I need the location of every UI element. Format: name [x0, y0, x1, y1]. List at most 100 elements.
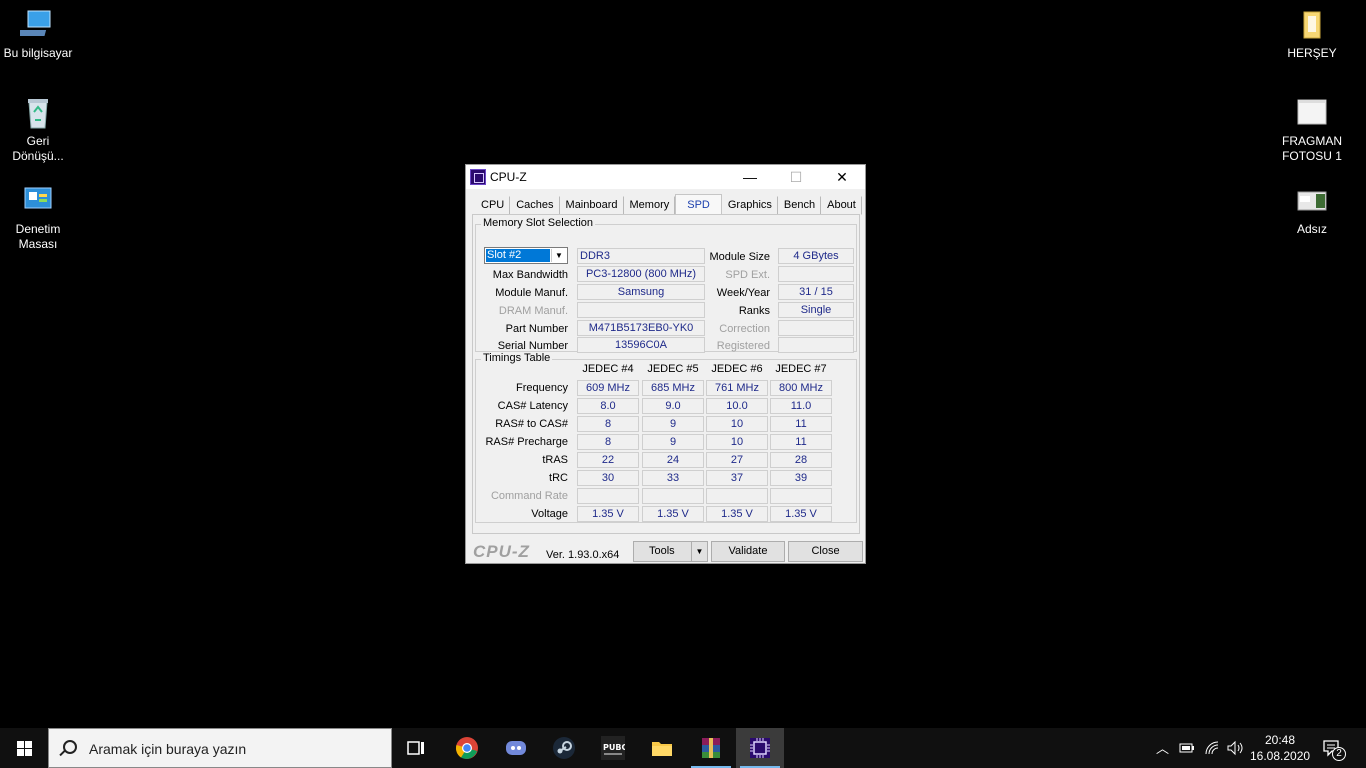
- tab-spd[interactable]: SPD: [675, 194, 722, 215]
- validate-button[interactable]: Validate: [711, 541, 785, 562]
- wifi-icon[interactable]: [1204, 740, 1220, 756]
- timings-cell: 24: [642, 452, 704, 468]
- windows-logo-icon: [17, 741, 24, 748]
- tools-button[interactable]: Tools ▼: [633, 541, 708, 562]
- pubg-icon: PUBG: [601, 736, 625, 760]
- image-file-icon: [1294, 96, 1330, 130]
- search-icon: [63, 740, 77, 754]
- module-manuf-value: Samsung: [577, 284, 705, 300]
- timings-cell: [706, 488, 768, 504]
- windows-logo-icon: [17, 749, 24, 756]
- title-bar[interactable]: CPU-Z — ☐ ✕: [466, 165, 865, 189]
- tab-memory[interactable]: Memory: [624, 196, 676, 215]
- taskbar-chrome[interactable]: [443, 728, 491, 768]
- discord-icon: [506, 741, 526, 755]
- taskbar-cpuz[interactable]: [736, 728, 784, 768]
- tab-caches[interactable]: Caches: [510, 196, 560, 215]
- timings-cell: 22: [577, 452, 639, 468]
- timings-cell: 39: [770, 470, 832, 486]
- timings-column-header: JEDEC #7: [775, 363, 827, 375]
- recycle-bin-icon: [20, 96, 56, 130]
- maximize-button[interactable]: ☐: [773, 165, 819, 189]
- steam-icon: [553, 737, 575, 759]
- timings-cell: 800 MHz: [770, 380, 832, 396]
- desktop-icon-label: HERŞEY: [1287, 46, 1337, 60]
- desktop-icon-this-pc[interactable]: Bu bilgisayar: [0, 8, 76, 61]
- close-window-button[interactable]: ✕: [819, 165, 865, 189]
- part-number-label: Part Number: [505, 323, 568, 335]
- taskbar: Aramak için buraya yazın PUBG ︿ 20:48 16…: [0, 728, 1366, 768]
- desktop-icon-recycle-bin[interactable]: Geri Dönüşü...: [0, 96, 76, 164]
- desktop-icon-fragman[interactable]: FRAGMAN FOTOSU 1: [1274, 96, 1350, 164]
- clock[interactable]: 20:48 16.08.2020: [1250, 732, 1310, 764]
- folder-icon: [652, 742, 672, 756]
- serial-number-label: Serial Number: [497, 340, 568, 352]
- timings-row-label: Frequency: [516, 382, 568, 394]
- desktop-icon-folder-hersey[interactable]: HERŞEY: [1274, 8, 1350, 61]
- desktop-icon-control-panel[interactable]: Denetim Masası: [0, 184, 76, 252]
- cpuz-app-icon: [470, 169, 486, 185]
- timings-cell: 10: [706, 434, 768, 450]
- timings-cell: [642, 488, 704, 504]
- module-size-value: 4 GBytes: [778, 248, 854, 264]
- ranks-value: Single: [778, 302, 854, 318]
- tab-mainboard[interactable]: Mainboard: [560, 196, 624, 215]
- timings-cell: 33: [642, 470, 704, 486]
- notification-count-badge: 2: [1332, 747, 1346, 761]
- battery-icon[interactable]: [1179, 742, 1195, 754]
- action-center-button[interactable]: 2: [1322, 737, 1348, 761]
- part-number-value: M471B5173EB0-YK0: [577, 320, 705, 336]
- taskbar-file-explorer[interactable]: [638, 728, 686, 768]
- slot-selected-value: Slot #2: [486, 249, 550, 262]
- volume-icon[interactable]: [1226, 740, 1244, 756]
- close-button[interactable]: Close: [788, 541, 863, 562]
- taskbar-discord[interactable]: [492, 728, 540, 768]
- taskbar-steam[interactable]: [540, 728, 588, 768]
- chevron-up-icon[interactable]: ︿: [1156, 738, 1169, 757]
- max-bandwidth-label: Max Bandwidth: [492, 269, 568, 281]
- desktop-icon-label: Geri Dönüşü...: [12, 134, 64, 163]
- correction-value: [778, 320, 854, 336]
- tab-graphics[interactable]: Graphics: [722, 196, 778, 215]
- tab-about[interactable]: About: [821, 196, 862, 215]
- group-title: Timings Table: [481, 352, 553, 364]
- timings-cell: 10.0: [706, 398, 768, 414]
- spd-ext-label: SPD Ext.: [725, 269, 770, 281]
- minimize-button[interactable]: —: [727, 165, 773, 189]
- registered-value: [778, 337, 854, 353]
- tab-cpu[interactable]: CPU: [475, 196, 511, 215]
- taskbar-winrar[interactable]: [687, 728, 735, 768]
- desktop-icon-label: Adsız: [1296, 222, 1327, 236]
- chevron-down-icon[interactable]: ▼: [691, 542, 707, 561]
- footer-bar: CPU-Z Ver. 1.93.0.x64 Tools ▼ Validate C…: [466, 539, 865, 563]
- search-placeholder: Aramak için buraya yazın: [89, 741, 247, 757]
- taskbar-pubg[interactable]: PUBG: [589, 728, 637, 768]
- dram-manuf-label: DRAM Manuf.: [498, 305, 568, 317]
- timings-cell: 30: [577, 470, 639, 486]
- cpuz-icon: [750, 738, 770, 758]
- memory-slot-group: Memory Slot Selection Slot #2 ▼ DDR3 Max…: [475, 217, 857, 353]
- slot-select[interactable]: Slot #2 ▼: [484, 247, 568, 264]
- timings-cell: 1.35 V: [770, 506, 832, 522]
- timings-row-label: CAS# Latency: [497, 400, 568, 412]
- start-button[interactable]: [0, 728, 48, 768]
- tab-bench[interactable]: Bench: [778, 196, 822, 215]
- module-manuf-label: Module Manuf.: [495, 287, 568, 299]
- module-size-label: Module Size: [709, 251, 770, 263]
- search-box[interactable]: Aramak için buraya yazın: [48, 728, 392, 768]
- chevron-down-icon[interactable]: ▼: [551, 249, 566, 262]
- timings-cell: 8: [577, 434, 639, 450]
- windows-logo-icon: [25, 749, 32, 756]
- desktop-icon-label: FRAGMAN FOTOSU 1: [1282, 134, 1342, 163]
- timings-cell: 1.35 V: [706, 506, 768, 522]
- svg-text:PUBG: PUBG: [603, 743, 625, 752]
- desktop-icon-label: Denetim Masası: [15, 222, 61, 251]
- tab-bar: CPU Caches Mainboard Memory SPD Graphics…: [475, 194, 862, 215]
- timings-cell: 11: [770, 416, 832, 432]
- timings-cell: 28: [770, 452, 832, 468]
- timings-row-label: tRAS: [542, 454, 568, 466]
- desktop-icon-adsiz[interactable]: Adsız: [1274, 184, 1350, 237]
- task-view-button[interactable]: [392, 728, 440, 768]
- timings-row-label: tRC: [549, 472, 568, 484]
- window-title: CPU-Z: [490, 170, 527, 184]
